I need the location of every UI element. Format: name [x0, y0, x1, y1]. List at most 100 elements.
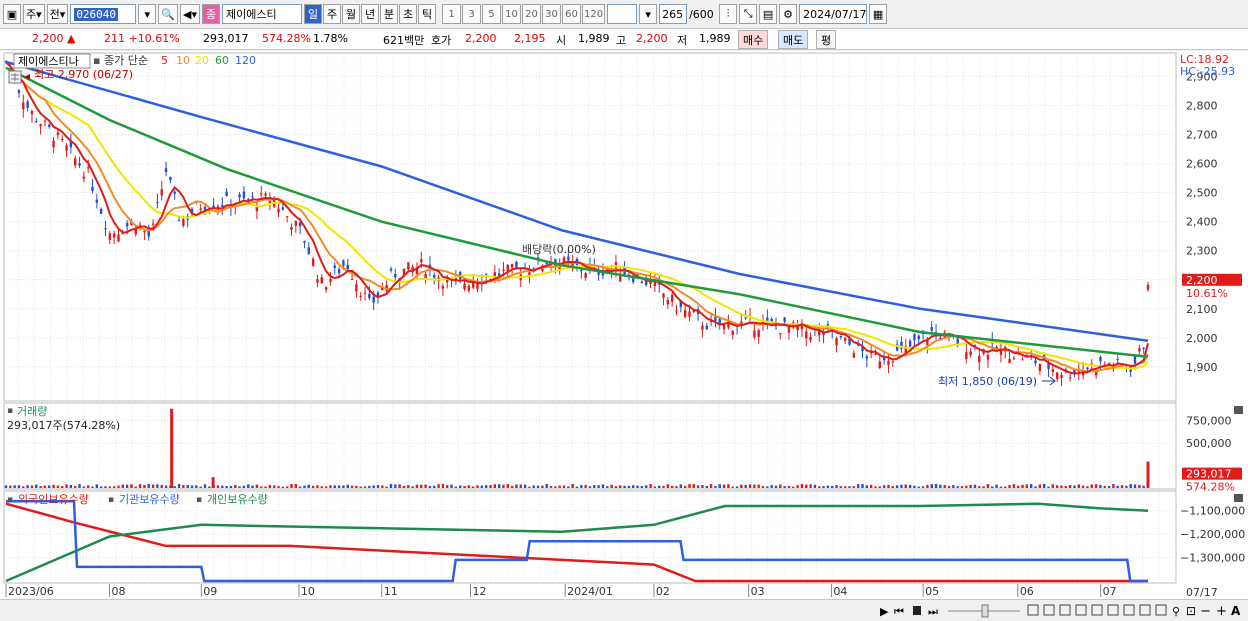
- layout-icon-9[interactable]: [1155, 604, 1167, 616]
- period-tab-5[interactable]: 초: [399, 4, 417, 24]
- candle-body: [1133, 356, 1137, 364]
- candle-body: [372, 296, 375, 303]
- volume-bar: [549, 486, 553, 488]
- candle-body: [65, 145, 68, 151]
- volume-bar: [39, 486, 42, 488]
- scope-select[interactable]: 전 ▾: [46, 4, 69, 24]
- volume-bar: [636, 485, 639, 488]
- market-select[interactable]: 주 ▾: [23, 4, 45, 24]
- candle-body: [783, 317, 786, 322]
- zoom-slider-handle[interactable]: [981, 604, 989, 618]
- layout-icon-6[interactable]: [1107, 604, 1119, 616]
- ma-legend-5[interactable]: 5: [161, 54, 168, 67]
- interval-button-120[interactable]: 120: [582, 4, 606, 24]
- layout-icon-1[interactable]: [1027, 604, 1039, 616]
- ma-legend-120[interactable]: 120: [235, 54, 256, 67]
- interval-button-1[interactable]: 1: [442, 4, 461, 24]
- calendar-icon[interactable]: ▦: [869, 4, 888, 24]
- interval-dropdown-icon[interactable]: ▾: [639, 4, 658, 24]
- candle-body: [268, 200, 272, 204]
- ma-legend-20[interactable]: 20: [195, 54, 209, 67]
- flat-button[interactable]: 평: [816, 30, 837, 49]
- volume-bar: [389, 484, 393, 488]
- volume-bar: [774, 485, 778, 488]
- layout-icon-7[interactable]: [1123, 604, 1135, 616]
- volume-bar: [446, 485, 449, 488]
- high-label: 고: [616, 34, 627, 47]
- volume-bar: [147, 484, 150, 488]
- holding-legend-2[interactable]: 개인보유수량: [207, 493, 268, 506]
- layout-icon-5[interactable]: [1091, 604, 1103, 616]
- gear-icon[interactable]: ⚙: [779, 4, 798, 24]
- buy-button[interactable]: 매수: [738, 30, 769, 49]
- search-icon[interactable]: 🔍: [158, 4, 179, 24]
- holding-panel-close-icon[interactable]: [1234, 494, 1243, 502]
- interval-button-20[interactable]: 20: [522, 4, 541, 24]
- layout-icon-2[interactable]: [1043, 604, 1055, 616]
- period-tab-3[interactable]: 년: [361, 4, 379, 24]
- sell-button[interactable]: 매도: [778, 30, 809, 49]
- bar-count-input[interactable]: 265: [659, 4, 688, 24]
- search-chart-icon[interactable]: ⚲: [1172, 605, 1180, 618]
- save-icon[interactable]: ▤: [759, 4, 778, 24]
- volume-bar: [1038, 484, 1042, 488]
- candle-body: [1138, 348, 1141, 352]
- volume-panel-close-icon[interactable]: [1234, 406, 1243, 414]
- candle-body: [930, 327, 933, 331]
- volume-bar: [112, 486, 116, 488]
- layout-icon-8[interactable]: [1139, 604, 1151, 616]
- interval-button-5[interactable]: 5: [482, 4, 501, 24]
- period-tab-6[interactable]: 틱: [418, 4, 436, 24]
- sound-icon[interactable]: ◀▾: [180, 4, 200, 24]
- candle-type-icon[interactable]: ⫶: [719, 4, 738, 24]
- volume-panel[interactable]: [3, 402, 1177, 490]
- period-tab-1[interactable]: 주: [323, 4, 341, 24]
- interval-button-3[interactable]: 3: [462, 4, 481, 24]
- code-dropdown-icon[interactable]: ▾: [138, 4, 157, 24]
- period-tab-2[interactable]: 월: [342, 4, 360, 24]
- layout-icon-3[interactable]: [1059, 604, 1071, 616]
- x-label: 07: [1103, 585, 1117, 598]
- volume-bar: [484, 485, 488, 488]
- legend-marker-icon: ▪: [93, 54, 100, 67]
- holding-legend-1[interactable]: 기관보유수량: [119, 493, 180, 506]
- period-tab-4[interactable]: 분: [380, 4, 398, 24]
- volume-bar: [497, 484, 501, 488]
- ma-legend-60[interactable]: 60: [215, 54, 229, 67]
- date-input[interactable]: 2024/07/17: [799, 4, 868, 24]
- stop-icon[interactable]: [913, 606, 921, 615]
- chart-area[interactable]: 1,900 2,000 2,100 2,200 2,300 2,400 2,500 2,600…: [0, 51, 1248, 621]
- zoom-out-icon[interactable]: −: [1200, 604, 1211, 619]
- open-price: 1,989: [578, 32, 610, 45]
- scroll-right-icon[interactable]: ▶: [880, 605, 889, 618]
- collapse-icon[interactable]: ⊡: [1186, 604, 1196, 618]
- period-tab-0[interactable]: 일: [304, 4, 322, 24]
- volume-bar: [420, 484, 423, 488]
- chart-tool-icon[interactable]: ⤡: [739, 4, 758, 24]
- stock-chart[interactable]: 1,900 2,000 2,100 2,200 2,300 2,400 2,500 2,600…: [0, 51, 1248, 599]
- scroll-forward-icon[interactable]: ⏭: [928, 605, 938, 618]
- scroll-rewind-icon[interactable]: ⏮: [894, 605, 904, 618]
- holding-legend-0[interactable]: 외국인보유수량: [18, 493, 89, 506]
- interval-button-10[interactable]: 10: [502, 4, 521, 24]
- candle-body: [298, 222, 302, 227]
- volume-bar: [588, 486, 592, 488]
- interval-button-60[interactable]: 60: [562, 4, 581, 24]
- candle-body: [277, 208, 280, 213]
- volume-bar: [285, 486, 289, 488]
- ma-legend-10[interactable]: 10: [176, 54, 190, 67]
- volume-bar: [372, 485, 375, 488]
- volume-bar: [848, 486, 851, 488]
- font-size-icon[interactable]: A: [1231, 604, 1241, 618]
- layout-icon-4[interactable]: [1075, 604, 1087, 616]
- interval-input[interactable]: [607, 4, 638, 24]
- volume-bar: [982, 486, 985, 488]
- window-menu-icon[interactable]: ▣: [3, 4, 21, 24]
- holding-legend-marker-icon: ▪: [196, 495, 202, 505]
- stock-code-input[interactable]: 026040: [70, 4, 137, 24]
- volume-bar: [459, 485, 462, 488]
- volume-bar: [290, 484, 293, 488]
- interval-button-30[interactable]: 30: [542, 4, 561, 24]
- zoom-in-icon[interactable]: +: [1216, 604, 1227, 619]
- candle-body: [805, 331, 808, 339]
